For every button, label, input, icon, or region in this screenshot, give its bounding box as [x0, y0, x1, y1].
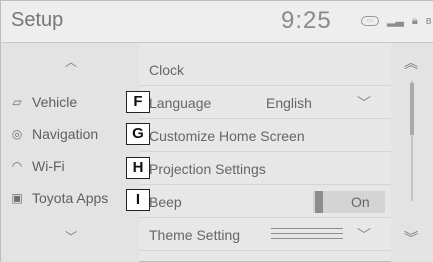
row-label: Theme Setting: [149, 227, 241, 243]
chevron-down-icon: ﹀: [357, 227, 371, 243]
callout-g: G: [126, 123, 150, 145]
clock-display: 9:25: [281, 7, 332, 34]
sidebar-item-label: Wi-Fi: [32, 158, 65, 174]
sidebar: ︿ ▱ Vehicle ◎ Navigation ◠ Wi-Fi ▣ Toyot…: [1, 43, 139, 262]
row-label: Language: [149, 95, 212, 111]
scroll-thumb[interactable]: [410, 83, 414, 135]
row-label: Customize Home Screen: [149, 128, 305, 144]
page-title: Setup: [11, 9, 64, 31]
list-item-beep[interactable]: Beep On: [139, 186, 391, 218]
list-item-customize-home-screen[interactable]: Customize Home Screen: [139, 120, 391, 152]
wifi-icon: ◠: [11, 159, 23, 173]
callout-h: H: [126, 157, 150, 179]
toggle-label: On: [351, 194, 370, 210]
beep-toggle[interactable]: On: [313, 191, 385, 213]
setup-screen: Setup 9:25 ▭ ▂▃ 🔒︎ ʙ ︿ ▱ Vehicle ◎ Navig…: [0, 0, 433, 262]
sidebar-item-navigation[interactable]: ◎ Navigation: [1, 118, 139, 150]
bluetooth-icon: ʙ: [425, 15, 432, 27]
chevron-down-icon: ﹀: [357, 95, 371, 111]
sidebar-scroll-up-icon[interactable]: ︿: [63, 53, 79, 70]
row-label: Beep: [149, 194, 182, 210]
row-label: Projection Settings: [149, 161, 266, 177]
sidebar-item-toyota-apps[interactable]: ▣ Toyota Apps: [1, 182, 139, 214]
list-item-language[interactable]: Language English ﹀: [139, 87, 391, 119]
status-badge-icon: ▭: [361, 16, 379, 26]
car-icon: ▱: [12, 95, 22, 109]
sidebar-item-vehicle[interactable]: ▱ Vehicle: [1, 86, 139, 118]
signal-icon: ▂▃: [387, 15, 404, 27]
sidebar-item-label: Vehicle: [32, 94, 78, 110]
list-item-theme-setting[interactable]: Theme Setting ﹀: [139, 219, 391, 251]
navigation-icon: ◎: [11, 127, 23, 141]
toggle-indicator: [315, 191, 323, 213]
sidebar-scroll-down-icon[interactable]: ﹀: [63, 228, 79, 245]
language-value: English: [266, 95, 312, 111]
list-item-projection-settings[interactable]: Projection Settings: [139, 153, 391, 185]
status-icons: ▭ ▂▃ 🔒︎ ʙ: [361, 15, 432, 27]
list-item-clock[interactable]: Clock: [139, 54, 391, 86]
header-bar: Setup 9:25 ▭ ▂▃ 🔒︎ ʙ: [1, 1, 433, 43]
callout-f: F: [126, 91, 150, 113]
row-label: Clock: [149, 62, 185, 78]
lock-icon: 🔒︎: [411, 15, 418, 27]
theme-preview-icon: [271, 228, 343, 242]
scrollbar: ︽ ︾: [391, 43, 433, 262]
apps-icon: ▣: [11, 191, 23, 205]
double-chevron-down-icon[interactable]: ︾: [404, 228, 418, 248]
double-chevron-up-icon[interactable]: ︽: [404, 53, 418, 73]
sidebar-item-label: Toyota Apps: [32, 190, 109, 206]
sidebar-item-label: Navigation: [32, 126, 99, 142]
callout-i: I: [126, 189, 150, 211]
sidebar-item-wifi[interactable]: ◠ Wi-Fi: [1, 150, 139, 182]
settings-list: Clock Language English ﹀ Customize Home …: [139, 43, 391, 262]
